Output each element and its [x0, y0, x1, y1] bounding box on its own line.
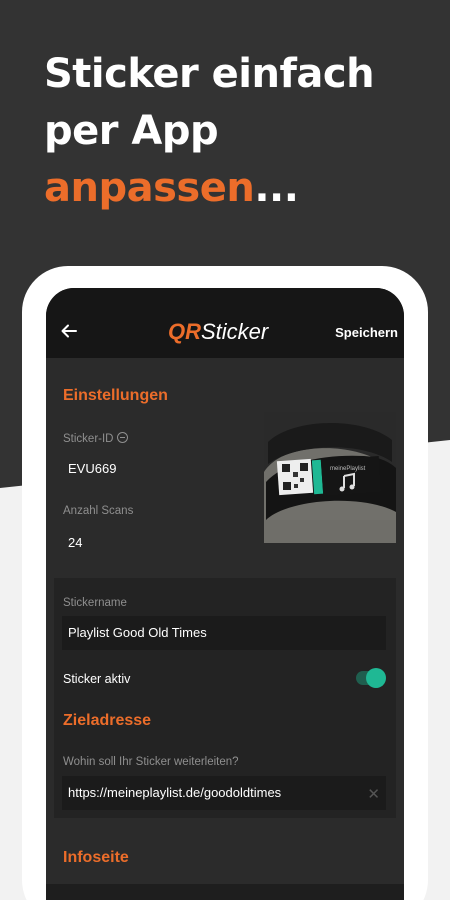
toggle-knob — [366, 668, 386, 688]
headline-accent: anpassen — [44, 165, 255, 211]
phone-screen: QRSticker Speichern Einstellungen Sticke… — [46, 288, 404, 900]
info-icon[interactable] — [117, 432, 129, 443]
sticker-photo-image: meinePlaylist — [264, 412, 396, 543]
sticker-id-label-row: Sticker-ID — [63, 432, 129, 445]
system-nav-bar — [46, 884, 404, 900]
target-question-label: Wohin soll Ihr Sticker weiterleiten? — [63, 756, 239, 768]
close-icon[interactable]: ✕ — [367, 785, 380, 803]
headline-line-2: per App — [44, 108, 219, 154]
section-title-info: Infoseite — [63, 849, 129, 866]
sticker-name-value: Playlist Good Old Times — [68, 625, 207, 640]
headline-line-1: Sticker einfach — [44, 51, 375, 97]
sticker-photo[interactable]: meinePlaylist — [264, 412, 396, 543]
sticker-id-label: Sticker-ID — [63, 433, 114, 445]
logo-qr: QR — [168, 319, 201, 344]
sticker-active-label: Sticker aktiv — [63, 672, 131, 686]
sticker-name-field[interactable]: Playlist Good Old Times — [62, 616, 386, 650]
arrow-left-icon[interactable] — [60, 322, 78, 340]
save-button[interactable]: Speichern — [335, 325, 398, 340]
section-title-settings: Einstellungen — [63, 387, 168, 404]
logo-sticker: Sticker — [201, 319, 269, 344]
sticker-name-label: Stickername — [63, 597, 127, 609]
app-logo: QRSticker — [168, 319, 268, 345]
target-url-field[interactable]: https://meineplaylist.de/goodoldtimes ✕ — [62, 776, 386, 810]
sticker-id-value: EVU669 — [68, 461, 117, 476]
sticker-active-toggle[interactable] — [356, 668, 386, 688]
scans-value: 24 — [68, 535, 83, 550]
app-bar: QRSticker Speichern — [46, 288, 404, 358]
section-title-target: Zieladresse — [63, 712, 152, 729]
target-url-value: https://meineplaylist.de/goodoldtimes — [68, 785, 282, 800]
headline-ellipsis: ... — [254, 165, 299, 211]
photo-brand-text: meinePlaylist — [330, 466, 366, 472]
promo-headline: Sticker einfach per App anpassen... — [44, 46, 375, 217]
scans-label: Anzahl Scans — [63, 505, 134, 517]
headline-line-3: anpassen... — [44, 160, 374, 217]
